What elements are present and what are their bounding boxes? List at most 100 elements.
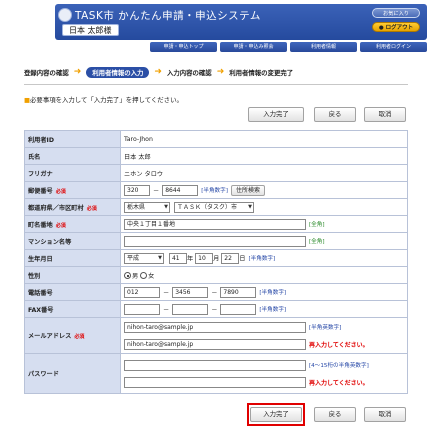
row-email: メールアドレス 必須 nihon-taro@sample.jp [半角英数字] ni… <box>24 317 408 354</box>
birth-format-note: [半角数字] <box>248 256 276 262</box>
fax-third-input[interactable] <box>220 303 257 315</box>
email-label-cell: メールアドレス 必須 <box>24 317 121 354</box>
nav-item-user-login[interactable]: 利用者ログイン <box>360 42 427 52</box>
logout-button[interactable]: ● ログアウト <box>372 22 420 32</box>
address-input[interactable]: 中央１丁目１番地 <box>124 218 306 230</box>
back-button-bottom[interactable]: 戻る <box>314 407 356 422</box>
step-arrow-icon: ➜ <box>73 67 82 77</box>
gender-male-label: 男 <box>132 272 139 280</box>
postal-label-cell: 郵便番号 必須 <box>24 181 121 199</box>
required-mark: 必須 <box>55 188 66 195</box>
dash-separator: － <box>153 187 160 195</box>
divider <box>24 84 408 85</box>
cancel-button-top[interactable]: 取消 <box>364 107 406 122</box>
step-change-complete: 利用者情報の変更完了 <box>229 68 294 77</box>
row-user-id: 利用者ID Taro-Jhon <box>24 130 408 148</box>
instruction-text: ■必要事項を入力して「入力完了」を押してください。 <box>24 95 183 104</box>
password-label: パスワード <box>24 353 121 394</box>
row-birth: 生年月日 平成 41年 10月 22日[半角数字] <box>24 249 408 267</box>
row-address: 町名番地 必須 中央１丁目１番地 [全角] <box>24 215 408 233</box>
era-select[interactable]: 平成 <box>124 252 164 264</box>
step-enter-user-info: 利用者情報の入力 <box>86 66 150 78</box>
fax-value-cell: － － [半角数字] <box>120 300 408 318</box>
birth-day-input[interactable]: 22 <box>221 252 240 264</box>
email-reenter-note: 再入力してください。 <box>309 341 369 349</box>
required-mark: 必須 <box>74 334 85 340</box>
dash-separator: － <box>211 289 218 297</box>
step-confirm-registration: 登録内容の確認 <box>24 68 69 77</box>
birth-value-cell: 平成 41年 10月 22日[半角数字] <box>120 249 408 267</box>
fax-format-note: [半角数字] <box>259 307 287 313</box>
favorites-button[interactable]: お気に入り <box>372 8 420 18</box>
city-select[interactable]: ＴＡＳＫ（タスク）市 <box>173 201 254 213</box>
building-input[interactable] <box>124 235 306 247</box>
step-arrow-icon: ➜ <box>154 67 162 77</box>
email-confirm-row: nihon-taro@sample.jp 再入力してください。 <box>124 336 407 353</box>
email-input[interactable]: nihon-taro@sample.jp <box>124 321 306 333</box>
row-name: 氏名 日本 太郎 <box>24 147 408 165</box>
address-label-cell: 町名番地 必須 <box>24 215 121 233</box>
building-format-note: [全角] <box>309 239 325 245</box>
header: TASK市 かんたん申請・申込システム 日本 太郎様 お気に入り ● ログアウト… <box>0 0 430 54</box>
instruction-label: 必要事項を入力して「入力完了」を押してください。 <box>30 96 183 104</box>
main-nav: 申請・申込トップ 申請・申込み照会 利用者情報 利用者ログイン <box>150 42 427 52</box>
user-info-form: 利用者ID Taro-Jhon 氏名 日本 太郎 フリガナ ニホン タロウ 郵便… <box>24 130 408 394</box>
step-arrow-icon: ➜ <box>216 67 225 77</box>
dash-separator: － <box>163 306 170 314</box>
gender-female-label: 女 <box>148 272 155 280</box>
nav-item-application-top[interactable]: 申請・申込トップ <box>150 42 217 52</box>
password-confirm-input[interactable] <box>124 376 306 388</box>
postal-code-second-input[interactable]: 8644 <box>162 184 199 196</box>
building-value-cell: [全角] <box>120 232 408 250</box>
city-logo-icon <box>58 8 72 22</box>
phone-second-input[interactable]: 3456 <box>172 286 209 298</box>
row-furigana: フリガナ ニホン タロウ <box>24 164 408 182</box>
postal-code-first-input[interactable]: 320 <box>124 184 150 196</box>
address-value-cell: 中央１丁目１番地 [全角] <box>120 215 408 233</box>
user-name: 日本 太郎様 <box>62 24 119 36</box>
gender-female-radio[interactable] <box>140 272 148 279</box>
user-id-value: Taro-Jhon <box>120 130 408 148</box>
step-indicator: 登録内容の確認 ➜ 利用者情報の入力 ➜ 入力内容の確認 ➜ 利用者情報の変更完… <box>24 66 293 78</box>
postal-format-note: [半角数字] <box>201 188 228 194</box>
address-label: 町名番地 <box>28 221 53 229</box>
phone-first-input[interactable]: 012 <box>124 286 160 298</box>
fax-second-input[interactable] <box>172 303 209 315</box>
row-fax: FAX番号 － － [半角数字] <box>24 300 408 318</box>
password-confirm-row: 再入力してください。 <box>124 374 407 391</box>
cancel-button-bottom[interactable]: 取消 <box>364 407 406 422</box>
birth-year-input[interactable]: 41 <box>168 252 187 264</box>
password-format-note: [4～15桁の半角英数字] <box>309 363 369 369</box>
nav-item-user-info[interactable]: 利用者情報 <box>290 42 357 52</box>
row-postal: 郵便番号 必須 320 － 8644 [半角数字] 住所検索 <box>24 181 408 199</box>
row-phone: 電話番号 012 － 3456 － 7890 [半角数字] <box>24 283 408 301</box>
row-prefecture: 都道府県／市区町村必須 栃木県 ＴＡＳＫ（タスク）市 <box>24 198 408 216</box>
phone-third-input[interactable]: 7890 <box>220 286 257 298</box>
birth-month-input[interactable]: 10 <box>195 252 214 264</box>
nav-item-application-inquiry[interactable]: 申請・申込み照会 <box>220 42 287 52</box>
email-row: nihon-taro@sample.jp [半角英数字] <box>124 319 407 336</box>
email-confirm-input[interactable]: nihon-taro@sample.jp <box>124 338 306 350</box>
step-confirm-input: 入力内容の確認 <box>166 68 212 77</box>
password-input[interactable] <box>124 359 306 371</box>
prefecture-label: 都道府県／市区町村 <box>28 204 84 212</box>
password-value-cell: [4～15桁の半角英数字] 再入力してください。 <box>120 353 408 394</box>
password-reenter-note: 再入力してください。 <box>309 379 369 387</box>
gender-label: 性別 <box>24 266 121 284</box>
email-format-note: [半角英数字] <box>309 325 342 331</box>
prefecture-select[interactable]: 栃木県 <box>124 201 170 213</box>
month-unit: 月 <box>213 255 220 262</box>
fax-first-input[interactable] <box>124 303 160 315</box>
email-value-cell: nihon-taro@sample.jp [半角英数字] nihon-taro@s… <box>120 317 408 354</box>
phone-value-cell: 012 － 3456 － 7890 [半角数字] <box>120 283 408 301</box>
address-search-button[interactable]: 住所検索 <box>230 184 265 196</box>
submit-button-top[interactable]: 入力完了 <box>248 107 304 122</box>
user-id-label: 利用者ID <box>24 130 121 148</box>
name-label: 氏名 <box>24 147 121 165</box>
fax-label: FAX番号 <box>24 300 121 318</box>
gender-male-radio[interactable] <box>124 272 131 279</box>
back-button-top[interactable]: 戻る <box>314 107 356 122</box>
prefecture-label-cell: 都道府県／市区町村 必須 <box>24 198 121 216</box>
building-label: マンション名等 <box>24 232 121 250</box>
submit-button-bottom[interactable]: 入力完了 <box>250 407 302 422</box>
